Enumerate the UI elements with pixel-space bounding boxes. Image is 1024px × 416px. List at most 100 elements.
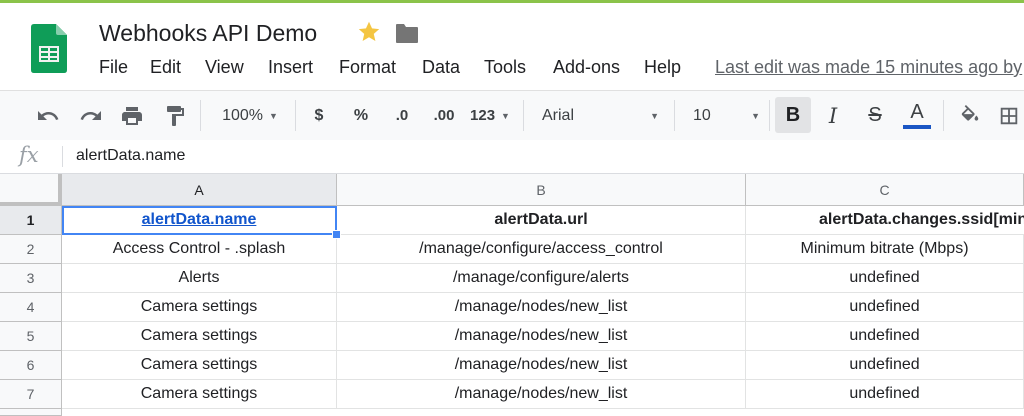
row-header-8[interactable]	[0, 409, 62, 416]
star-icon[interactable]	[356, 19, 382, 45]
font-size-select[interactable]: 10 ▼	[688, 91, 764, 140]
undo-button[interactable]	[33, 91, 63, 140]
paint-format-icon	[167, 105, 184, 126]
redo-icon	[80, 110, 101, 120]
fill-color-button[interactable]	[955, 91, 985, 140]
menu-file[interactable]: File	[99, 57, 128, 78]
italic-label: I	[828, 103, 838, 128]
bold-button[interactable]: B	[775, 97, 811, 133]
toolbar-separator	[769, 100, 770, 131]
cell-a1[interactable]: alertData.name	[62, 206, 337, 235]
decrease-decimal-button[interactable]: .0	[385, 91, 419, 140]
cell-a5[interactable]: Camera settings	[62, 322, 337, 351]
cell-b3[interactable]: /manage/configure/alerts	[337, 264, 746, 293]
font-family-value: Arial	[542, 106, 575, 124]
strikethrough-label: S	[868, 104, 882, 126]
chevron-down-icon: ▼	[650, 110, 659, 121]
spreadsheet-grid: A B C 1 alertData.name alertData.url ale…	[0, 174, 1024, 416]
cell-c1-text: alertData.changes.ssid[minBitrate].label	[819, 211, 1024, 228]
menu-edit[interactable]: Edit	[150, 57, 181, 78]
column-header-a[interactable]: A	[62, 174, 337, 206]
menu-insert[interactable]: Insert	[268, 57, 313, 78]
chevron-down-icon: ▼	[269, 110, 278, 121]
cell-c4[interactable]: undefined	[746, 293, 1024, 322]
font-family-select[interactable]: Arial ▼	[537, 91, 667, 140]
fx-icon: fx	[19, 143, 39, 167]
number-format-label: 123	[470, 107, 496, 124]
app-header: Webhooks API Demo File Edit View Insert …	[0, 3, 1024, 90]
percent-label: %	[353, 106, 369, 124]
cell-b5[interactable]: /manage/nodes/new_list	[337, 322, 746, 351]
row-header-3[interactable]: 3	[0, 264, 62, 293]
row-header-5[interactable]: 5	[0, 322, 62, 351]
menu-view[interactable]: View	[205, 57, 244, 78]
row-header-7[interactable]: 7	[0, 380, 62, 409]
cell-a7[interactable]: Camera settings	[62, 380, 337, 409]
print-icon	[122, 106, 142, 125]
paint-format-button[interactable]	[160, 91, 190, 140]
toolbar: 100% ▼ $ % .0 .00 123 ▼ Arial ▼ 10 ▼ B I…	[0, 90, 1024, 141]
borders-icon	[1000, 107, 1018, 124]
print-button[interactable]	[117, 91, 147, 140]
toolbar-separator	[295, 100, 296, 131]
paint-bucket-icon	[961, 104, 979, 121]
menu-tools[interactable]: Tools	[484, 57, 526, 78]
cell-b1[interactable]: alertData.url	[337, 206, 746, 235]
folder-icon[interactable]	[395, 22, 419, 44]
cell-c6[interactable]: undefined	[746, 351, 1024, 380]
toolbar-separator	[200, 100, 201, 131]
font-size-value: 10	[693, 106, 711, 124]
increase-decimal-label: .00	[433, 107, 455, 124]
cell-b2[interactable]: /manage/configure/access_control	[337, 235, 746, 264]
percent-format-button[interactable]: %	[348, 91, 374, 140]
chevron-down-icon: ▼	[501, 110, 510, 121]
formula-input[interactable]: alertData.name	[76, 147, 185, 165]
select-all-corner[interactable]	[0, 174, 62, 206]
cell-b7[interactable]: /manage/nodes/new_list	[337, 380, 746, 409]
increase-decimal-button[interactable]: .00	[427, 91, 461, 140]
borders-button[interactable]	[998, 91, 1024, 140]
cell-a6[interactable]: Camera settings	[62, 351, 337, 380]
cell-a4[interactable]: Camera settings	[62, 293, 337, 322]
zoom-select[interactable]: 100% ▼	[214, 91, 286, 140]
column-header-b[interactable]: B	[337, 174, 746, 206]
number-format-select[interactable]: 123 ▼	[466, 91, 514, 140]
cell-c1[interactable]: alertData.changes.ssid[minBitrate].label	[746, 206, 1024, 235]
row-header-2[interactable]: 2	[0, 235, 62, 264]
zoom-value: 100%	[222, 106, 263, 124]
currency-label: $	[314, 106, 324, 124]
toolbar-separator	[523, 100, 524, 131]
row-header-4[interactable]: 4	[0, 293, 62, 322]
formula-separator	[62, 146, 63, 167]
cell-a2[interactable]: Access Control - .splash	[62, 235, 337, 264]
menu-format[interactable]: Format	[339, 57, 396, 78]
menu-add-ons[interactable]: Add-ons	[553, 57, 620, 78]
column-header-c[interactable]: C	[746, 174, 1024, 206]
text-color-swatch	[903, 125, 931, 129]
cell-b6[interactable]: /manage/nodes/new_list	[337, 351, 746, 380]
text-color-button[interactable]: A	[901, 91, 933, 140]
text-color-label: A	[910, 101, 924, 123]
undo-icon	[38, 110, 59, 120]
document-title[interactable]: Webhooks API Demo	[99, 20, 317, 47]
last-edit-link[interactable]: Last edit was made 15 minutes ago by	[715, 57, 1022, 78]
sheets-logo-icon[interactable]	[31, 24, 67, 73]
cell-c2[interactable]: Minimum bitrate (Mbps)	[746, 235, 1024, 264]
menu-data[interactable]: Data	[422, 57, 460, 78]
cell-b4[interactable]: /manage/nodes/new_list	[337, 293, 746, 322]
chevron-down-icon: ▼	[751, 110, 760, 121]
bold-label: B	[785, 103, 801, 126]
italic-button[interactable]: I	[818, 91, 848, 140]
redo-button[interactable]	[76, 91, 106, 140]
cell-c3[interactable]: undefined	[746, 264, 1024, 293]
cell-c5[interactable]: undefined	[746, 322, 1024, 351]
fill-handle[interactable]	[332, 230, 341, 239]
currency-format-button[interactable]: $	[306, 91, 332, 140]
decrease-decimal-label: .0	[395, 107, 409, 124]
strikethrough-button[interactable]: S	[860, 91, 890, 140]
row-header-1[interactable]: 1	[0, 206, 62, 235]
row-header-6[interactable]: 6	[0, 351, 62, 380]
menu-help[interactable]: Help	[644, 57, 681, 78]
cell-c7[interactable]: undefined	[746, 380, 1024, 409]
cell-a3[interactable]: Alerts	[62, 264, 337, 293]
